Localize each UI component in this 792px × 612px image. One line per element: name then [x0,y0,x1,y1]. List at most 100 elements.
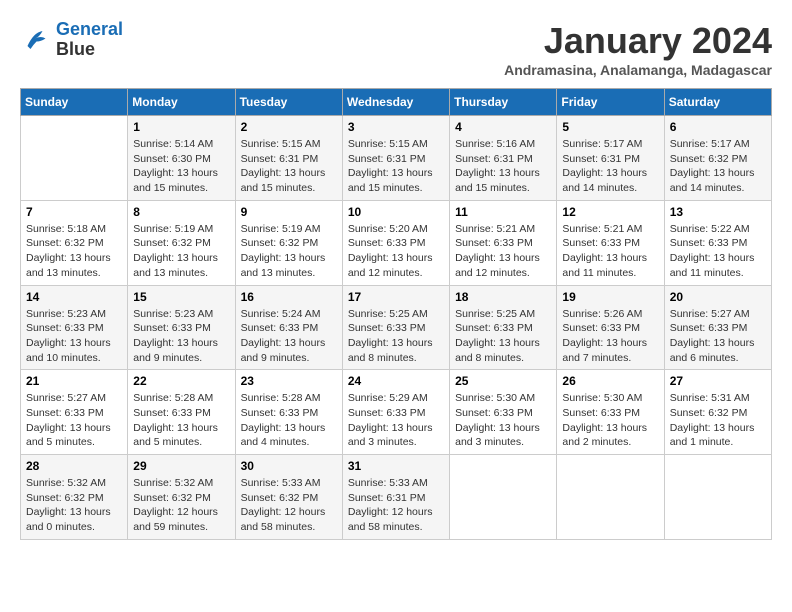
calendar-cell: 4Sunrise: 5:16 AM Sunset: 6:31 PM Daylig… [450,116,557,201]
day-info: Sunrise: 5:15 AM Sunset: 6:31 PM Dayligh… [241,137,337,196]
day-info: Sunrise: 5:21 AM Sunset: 6:33 PM Dayligh… [455,222,551,281]
day-info: Sunrise: 5:22 AM Sunset: 6:33 PM Dayligh… [670,222,766,281]
title-area: January 2024 Andramasina, Analamanga, Ma… [504,20,772,78]
day-info: Sunrise: 5:29 AM Sunset: 6:33 PM Dayligh… [348,391,444,450]
calendar-cell: 17Sunrise: 5:25 AM Sunset: 6:33 PM Dayli… [342,285,449,370]
day-info: Sunrise: 5:26 AM Sunset: 6:33 PM Dayligh… [562,307,658,366]
calendar-cell: 22 Sunrise: 5:28 AM Sunset: 6:33 PM Dayli… [128,370,235,455]
day-info: Sunrise: 5:17 AM Sunset: 6:32 PM Dayligh… [670,137,766,196]
day-info: Sunrise: 5:28 AM Sunset: 6:33 PM Dayligh… [133,391,229,450]
day-info: Sunrise: 5:23 AM Sunset: 6:33 PM Dayligh… [26,307,122,366]
week-row-5: 28Sunrise: 5:32 AM Sunset: 6:32 PM Dayli… [21,455,772,540]
calendar-cell: 9 Sunrise: 5:19 AM Sunset: 6:32 PM Daylig… [235,200,342,285]
calendar-cell [557,455,664,540]
calendar-cell: 18Sunrise: 5:25 AM Sunset: 6:33 PM Dayli… [450,285,557,370]
day-info: Sunrise: 5:19 AM Sunset: 6:32 PM Dayligh… [133,222,229,281]
week-row-4: 21Sunrise: 5:27 AM Sunset: 6:33 PM Dayli… [21,370,772,455]
day-info: Sunrise: 5:27 AM Sunset: 6:33 PM Dayligh… [670,307,766,366]
day-number: 3 [348,120,444,134]
day-number: 18 [455,290,551,304]
day-number: 22 [133,374,229,388]
logo: GeneralBlue [20,20,123,60]
calendar-cell: 19 Sunrise: 5:26 AM Sunset: 6:33 PM Dayli… [557,285,664,370]
day-info: Sunrise: 5:24 AM Sunset: 6:33 PM Dayligh… [241,307,337,366]
calendar-cell: 8 Sunrise: 5:19 AM Sunset: 6:32 PM Daylig… [128,200,235,285]
day-number: 21 [26,374,122,388]
calendar-cell: 16 Sunrise: 5:24 AM Sunset: 6:33 PM Dayli… [235,285,342,370]
day-number: 13 [670,205,766,219]
calendar-table: Sunday Monday Tuesday Wednesday Thursday… [20,88,772,540]
day-number: 20 [670,290,766,304]
calendar-cell: 21Sunrise: 5:27 AM Sunset: 6:33 PM Dayli… [21,370,128,455]
day-info: Sunrise: 5:33 AM Sunset: 6:31 PM Dayligh… [348,476,444,535]
calendar-cell: 30 Sunrise: 5:33 AM Sunset: 6:32 PM Dayli… [235,455,342,540]
calendar-cell: 2 Sunrise: 5:15 AM Sunset: 6:31 PM Daylig… [235,116,342,201]
location-subtitle: Andramasina, Analamanga, Madagascar [504,62,772,78]
calendar-cell [21,116,128,201]
header-friday: Friday [557,89,664,116]
header-wednesday: Wednesday [342,89,449,116]
header-sunday: Sunday [21,89,128,116]
day-info: Sunrise: 5:14 AM Sunset: 6:30 PM Dayligh… [133,137,229,196]
month-title: January 2024 [504,20,772,62]
day-info: Sunrise: 5:23 AM Sunset: 6:33 PM Dayligh… [133,307,229,366]
day-info: Sunrise: 5:32 AM Sunset: 6:32 PM Dayligh… [133,476,229,535]
day-info: Sunrise: 5:20 AM Sunset: 6:33 PM Dayligh… [348,222,444,281]
day-number: 31 [348,459,444,473]
day-number: 27 [670,374,766,388]
header-saturday: Saturday [664,89,771,116]
calendar-cell: 25 Sunrise: 5:30 AM Sunset: 6:33 PM Dayli… [450,370,557,455]
day-info: Sunrise: 5:31 AM Sunset: 6:32 PM Dayligh… [670,391,766,450]
day-number: 12 [562,205,658,219]
day-info: Sunrise: 5:17 AM Sunset: 6:31 PM Dayligh… [562,137,658,196]
day-number: 25 [455,374,551,388]
calendar-cell: 11 Sunrise: 5:21 AM Sunset: 6:33 PM Dayli… [450,200,557,285]
day-info: Sunrise: 5:33 AM Sunset: 6:32 PM Dayligh… [241,476,337,535]
day-info: Sunrise: 5:30 AM Sunset: 6:33 PM Dayligh… [562,391,658,450]
day-number: 30 [241,459,337,473]
day-number: 9 [241,205,337,219]
day-number: 2 [241,120,337,134]
calendar-cell: 1 Sunrise: 5:14 AM Sunset: 6:30 PM Daylig… [128,116,235,201]
day-number: 11 [455,205,551,219]
day-info: Sunrise: 5:21 AM Sunset: 6:33 PM Dayligh… [562,222,658,281]
calendar-cell [450,455,557,540]
day-info: Sunrise: 5:30 AM Sunset: 6:33 PM Dayligh… [455,391,551,450]
header-thursday: Thursday [450,89,557,116]
day-info: Sunrise: 5:32 AM Sunset: 6:32 PM Dayligh… [26,476,122,535]
day-number: 8 [133,205,229,219]
logo-icon [20,25,50,55]
day-number: 4 [455,120,551,134]
calendar-cell: 14Sunrise: 5:23 AM Sunset: 6:33 PM Dayli… [21,285,128,370]
calendar-cell: 31 Sunrise: 5:33 AM Sunset: 6:31 PM Dayli… [342,455,449,540]
calendar-cell: 28Sunrise: 5:32 AM Sunset: 6:32 PM Dayli… [21,455,128,540]
day-number: 1 [133,120,229,134]
day-info: Sunrise: 5:28 AM Sunset: 6:33 PM Dayligh… [241,391,337,450]
day-number: 24 [348,374,444,388]
day-number: 10 [348,205,444,219]
logo-text: GeneralBlue [56,20,123,60]
week-row-1: 1 Sunrise: 5:14 AM Sunset: 6:30 PM Daylig… [21,116,772,201]
calendar-cell: 12 Sunrise: 5:21 AM Sunset: 6:33 PM Dayli… [557,200,664,285]
day-number: 29 [133,459,229,473]
day-info: Sunrise: 5:15 AM Sunset: 6:31 PM Dayligh… [348,137,444,196]
day-info: Sunrise: 5:18 AM Sunset: 6:32 PM Dayligh… [26,222,122,281]
calendar-cell [664,455,771,540]
day-number: 15 [133,290,229,304]
day-number: 7 [26,205,122,219]
calendar-cell: 13 Sunrise: 5:22 AM Sunset: 6:33 PM Dayli… [664,200,771,285]
day-number: 23 [241,374,337,388]
calendar-cell: 23 Sunrise: 5:28 AM Sunset: 6:33 PM Dayli… [235,370,342,455]
day-info: Sunrise: 5:19 AM Sunset: 6:32 PM Dayligh… [241,222,337,281]
header-monday: Monday [128,89,235,116]
day-number: 17 [348,290,444,304]
calendar-cell: 26 Sunrise: 5:30 AM Sunset: 6:33 PM Dayli… [557,370,664,455]
day-number: 6 [670,120,766,134]
calendar-cell: 3 Sunrise: 5:15 AM Sunset: 6:31 PM Daylig… [342,116,449,201]
header-tuesday: Tuesday [235,89,342,116]
page-header: GeneralBlue January 2024 Andramasina, An… [20,20,772,78]
week-row-3: 14Sunrise: 5:23 AM Sunset: 6:33 PM Dayli… [21,285,772,370]
day-number: 16 [241,290,337,304]
day-number: 19 [562,290,658,304]
day-number: 26 [562,374,658,388]
